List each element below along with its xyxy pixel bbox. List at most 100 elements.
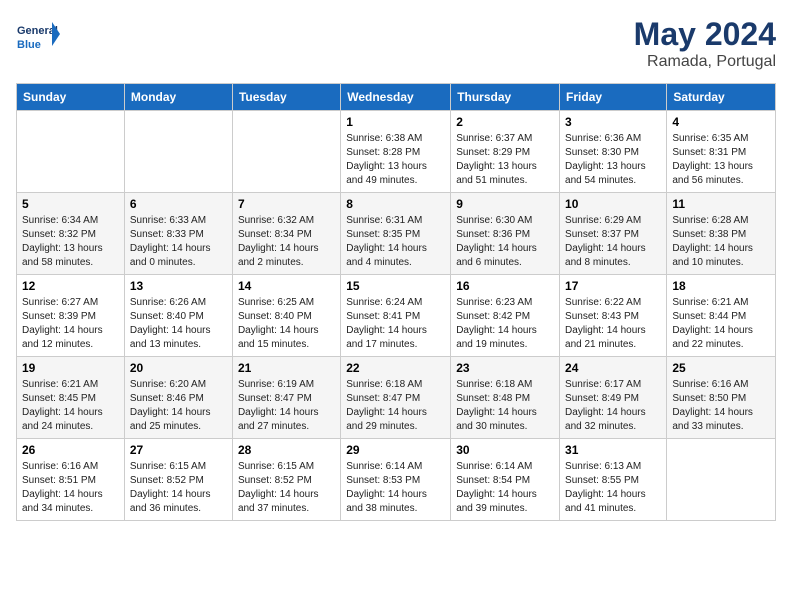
day-info: Sunrise: 6:23 AMSunset: 8:42 PMDaylight:… [456, 296, 554, 352]
day-number: 13 [130, 279, 227, 293]
calendar-cell: 24 Sunrise: 6:17 AMSunset: 8:49 PMDaylig… [560, 357, 667, 439]
day-info: Sunrise: 6:27 AMSunset: 8:39 PMDaylight:… [22, 296, 119, 352]
calendar-cell: 13 Sunrise: 6:26 AMSunset: 8:40 PMDaylig… [124, 275, 232, 357]
day-number: 17 [565, 279, 661, 293]
day-number: 27 [130, 443, 227, 457]
day-info: Sunrise: 6:15 AMSunset: 8:52 PMDaylight:… [238, 460, 335, 516]
day-number: 9 [456, 197, 554, 211]
svg-text:General: General [17, 25, 58, 37]
calendar-cell: 2 Sunrise: 6:37 AMSunset: 8:29 PMDayligh… [451, 111, 560, 193]
calendar-cell: 29 Sunrise: 6:14 AMSunset: 8:53 PMDaylig… [341, 439, 451, 521]
calendar-cell: 28 Sunrise: 6:15 AMSunset: 8:52 PMDaylig… [232, 439, 340, 521]
day-number: 30 [456, 443, 554, 457]
logo-icon: General Blue [16, 16, 60, 60]
day-number: 15 [346, 279, 445, 293]
day-number: 24 [565, 361, 661, 375]
day-info: Sunrise: 6:19 AMSunset: 8:47 PMDaylight:… [238, 378, 335, 434]
calendar-cell: 19 Sunrise: 6:21 AMSunset: 8:45 PMDaylig… [17, 357, 125, 439]
day-info: Sunrise: 6:21 AMSunset: 8:44 PMDaylight:… [672, 296, 770, 352]
calendar-cell: 9 Sunrise: 6:30 AMSunset: 8:36 PMDayligh… [451, 193, 560, 275]
calendar-cell: 31 Sunrise: 6:13 AMSunset: 8:55 PMDaylig… [560, 439, 667, 521]
day-info: Sunrise: 6:20 AMSunset: 8:46 PMDaylight:… [130, 378, 227, 434]
calendar-cell: 27 Sunrise: 6:15 AMSunset: 8:52 PMDaylig… [124, 439, 232, 521]
day-info: Sunrise: 6:31 AMSunset: 8:35 PMDaylight:… [346, 214, 445, 270]
day-number: 20 [130, 361, 227, 375]
day-info: Sunrise: 6:29 AMSunset: 8:37 PMDaylight:… [565, 214, 661, 270]
day-info: Sunrise: 6:35 AMSunset: 8:31 PMDaylight:… [672, 132, 770, 188]
day-info: Sunrise: 6:26 AMSunset: 8:40 PMDaylight:… [130, 296, 227, 352]
day-info: Sunrise: 6:34 AMSunset: 8:32 PMDaylight:… [22, 214, 119, 270]
calendar-cell: 4 Sunrise: 6:35 AMSunset: 8:31 PMDayligh… [667, 111, 776, 193]
day-info: Sunrise: 6:14 AMSunset: 8:53 PMDaylight:… [346, 460, 445, 516]
calendar-cell [667, 439, 776, 521]
day-number: 28 [238, 443, 335, 457]
day-number: 22 [346, 361, 445, 375]
calendar-cell: 26 Sunrise: 6:16 AMSunset: 8:51 PMDaylig… [17, 439, 125, 521]
calendar-cell: 15 Sunrise: 6:24 AMSunset: 8:41 PMDaylig… [341, 275, 451, 357]
day-info: Sunrise: 6:22 AMSunset: 8:43 PMDaylight:… [565, 296, 661, 352]
calendar-cell: 8 Sunrise: 6:31 AMSunset: 8:35 PMDayligh… [341, 193, 451, 275]
calendar-cell: 1 Sunrise: 6:38 AMSunset: 8:28 PMDayligh… [341, 111, 451, 193]
calendar-cell: 25 Sunrise: 6:16 AMSunset: 8:50 PMDaylig… [667, 357, 776, 439]
day-number: 31 [565, 443, 661, 457]
day-info: Sunrise: 6:18 AMSunset: 8:47 PMDaylight:… [346, 378, 445, 434]
col-header-friday: Friday [560, 84, 667, 111]
day-number: 29 [346, 443, 445, 457]
title-block: May 2024 Ramada, Portugal [634, 16, 776, 71]
day-info: Sunrise: 6:14 AMSunset: 8:54 PMDaylight:… [456, 460, 554, 516]
calendar-cell: 5 Sunrise: 6:34 AMSunset: 8:32 PMDayligh… [17, 193, 125, 275]
calendar-cell: 18 Sunrise: 6:21 AMSunset: 8:44 PMDaylig… [667, 275, 776, 357]
day-info: Sunrise: 6:13 AMSunset: 8:55 PMDaylight:… [565, 460, 661, 516]
calendar-cell: 23 Sunrise: 6:18 AMSunset: 8:48 PMDaylig… [451, 357, 560, 439]
day-number: 12 [22, 279, 119, 293]
day-info: Sunrise: 6:33 AMSunset: 8:33 PMDaylight:… [130, 214, 227, 270]
day-number: 25 [672, 361, 770, 375]
day-number: 26 [22, 443, 119, 457]
col-header-thursday: Thursday [451, 84, 560, 111]
calendar-cell: 7 Sunrise: 6:32 AMSunset: 8:34 PMDayligh… [232, 193, 340, 275]
day-info: Sunrise: 6:17 AMSunset: 8:49 PMDaylight:… [565, 378, 661, 434]
calendar-cell: 14 Sunrise: 6:25 AMSunset: 8:40 PMDaylig… [232, 275, 340, 357]
day-info: Sunrise: 6:24 AMSunset: 8:41 PMDaylight:… [346, 296, 445, 352]
day-number: 10 [565, 197, 661, 211]
day-info: Sunrise: 6:15 AMSunset: 8:52 PMDaylight:… [130, 460, 227, 516]
day-number: 2 [456, 115, 554, 129]
location-subtitle: Ramada, Portugal [634, 53, 776, 71]
calendar-cell: 3 Sunrise: 6:36 AMSunset: 8:30 PMDayligh… [560, 111, 667, 193]
day-number: 19 [22, 361, 119, 375]
calendar-cell: 17 Sunrise: 6:22 AMSunset: 8:43 PMDaylig… [560, 275, 667, 357]
calendar-cell: 30 Sunrise: 6:14 AMSunset: 8:54 PMDaylig… [451, 439, 560, 521]
day-info: Sunrise: 6:28 AMSunset: 8:38 PMDaylight:… [672, 214, 770, 270]
day-info: Sunrise: 6:21 AMSunset: 8:45 PMDaylight:… [22, 378, 119, 434]
calendar-cell: 11 Sunrise: 6:28 AMSunset: 8:38 PMDaylig… [667, 193, 776, 275]
calendar-cell: 21 Sunrise: 6:19 AMSunset: 8:47 PMDaylig… [232, 357, 340, 439]
month-title: May 2024 [634, 16, 776, 53]
calendar-cell: 12 Sunrise: 6:27 AMSunset: 8:39 PMDaylig… [17, 275, 125, 357]
svg-text:Blue: Blue [17, 39, 41, 51]
day-number: 18 [672, 279, 770, 293]
day-number: 14 [238, 279, 335, 293]
day-number: 7 [238, 197, 335, 211]
day-number: 23 [456, 361, 554, 375]
day-info: Sunrise: 6:16 AMSunset: 8:51 PMDaylight:… [22, 460, 119, 516]
day-number: 5 [22, 197, 119, 211]
day-number: 11 [672, 197, 770, 211]
day-info: Sunrise: 6:32 AMSunset: 8:34 PMDaylight:… [238, 214, 335, 270]
calendar-cell: 10 Sunrise: 6:29 AMSunset: 8:37 PMDaylig… [560, 193, 667, 275]
day-number: 21 [238, 361, 335, 375]
page-header: General Blue May 2024 Ramada, Portugal [16, 16, 776, 71]
logo: General Blue [16, 16, 60, 60]
day-number: 3 [565, 115, 661, 129]
day-number: 1 [346, 115, 445, 129]
day-number: 4 [672, 115, 770, 129]
day-number: 6 [130, 197, 227, 211]
calendar-cell: 6 Sunrise: 6:33 AMSunset: 8:33 PMDayligh… [124, 193, 232, 275]
day-number: 16 [456, 279, 554, 293]
col-header-wednesday: Wednesday [341, 84, 451, 111]
calendar-cell [232, 111, 340, 193]
col-header-sunday: Sunday [17, 84, 125, 111]
calendar-cell: 22 Sunrise: 6:18 AMSunset: 8:47 PMDaylig… [341, 357, 451, 439]
calendar-cell [17, 111, 125, 193]
col-header-saturday: Saturday [667, 84, 776, 111]
day-number: 8 [346, 197, 445, 211]
